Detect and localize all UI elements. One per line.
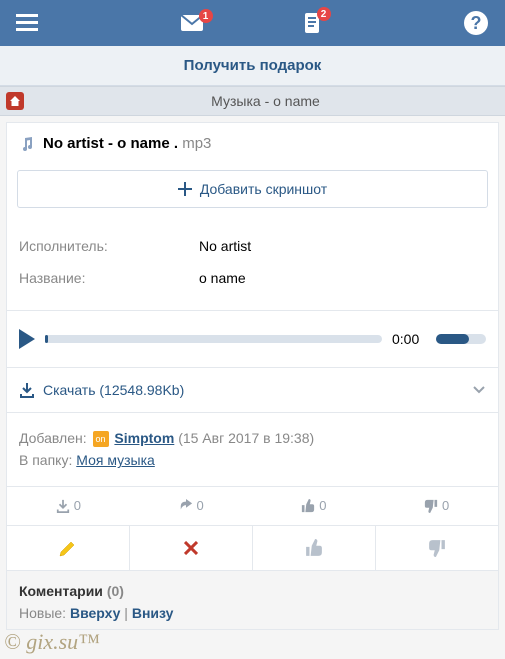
audio-player: 0:00 xyxy=(7,311,498,367)
download-icon xyxy=(19,382,35,398)
sort-sep: | xyxy=(120,605,131,621)
home-icon[interactable] xyxy=(6,92,24,110)
stat-likes-count: 0 xyxy=(319,498,326,513)
breadcrumb: Музыка - o name xyxy=(0,86,505,116)
meta-name-value: o name xyxy=(199,270,246,286)
comments-sort: Новые: Вверху | Внизу xyxy=(7,605,498,629)
upload-date: (15 Авг 2017 в 19:38) xyxy=(178,430,314,446)
progress-fill xyxy=(45,335,48,343)
topbar: 1 2 ? xyxy=(0,0,505,46)
meta-name-row: Название: o name xyxy=(19,262,486,294)
play-button[interactable] xyxy=(19,329,35,349)
like-icon xyxy=(305,539,323,557)
stat-downloads[interactable]: 0 xyxy=(7,487,130,525)
volume-bar[interactable] xyxy=(436,334,486,344)
stat-shares[interactable]: 0 xyxy=(130,487,253,525)
plus-icon xyxy=(178,182,192,196)
online-badge: on xyxy=(93,431,109,447)
volume-fill xyxy=(436,334,469,344)
help-button[interactable]: ? xyxy=(463,10,489,36)
edit-button[interactable] xyxy=(7,526,130,570)
track-title: No artist - o name . mp3 xyxy=(7,123,498,164)
added-line: Добавлен: on Simptom (15 Авг 2017 в 19:3… xyxy=(19,427,486,449)
delete-button[interactable] xyxy=(130,526,253,570)
like-icon xyxy=(301,499,315,513)
folder-label: В папку: xyxy=(19,452,72,468)
stat-likes[interactable]: 0 xyxy=(253,487,376,525)
download-icon xyxy=(56,499,70,513)
cross-icon xyxy=(184,541,198,555)
sort-label: Новые: xyxy=(19,605,66,621)
stats-row: 0 0 0 0 xyxy=(7,486,498,525)
share-icon xyxy=(179,499,193,513)
house-icon xyxy=(9,95,21,107)
help-icon: ? xyxy=(463,10,489,36)
breadcrumb-title: Музыка - o name xyxy=(32,93,499,109)
stat-dislikes-count: 0 xyxy=(442,498,449,513)
topbar-center: 1 2 xyxy=(181,13,321,33)
doc-badge: 2 xyxy=(317,7,331,21)
mail-button[interactable]: 1 xyxy=(181,15,203,31)
music-note-icon xyxy=(19,136,35,152)
download-label: Скачать (12548.98Kb) xyxy=(43,382,184,398)
stat-downloads-count: 0 xyxy=(74,498,81,513)
dislike-icon xyxy=(428,539,446,557)
meta-artist-value: No artist xyxy=(199,238,251,254)
gift-bar: Получить подарок xyxy=(0,46,505,86)
sort-bottom[interactable]: Внизу xyxy=(132,605,174,621)
dislike-icon xyxy=(424,499,438,513)
stat-shares-count: 0 xyxy=(197,498,204,513)
content-card: No artist - o name . mp3 Добавить скринш… xyxy=(6,122,499,630)
folder-link[interactable]: Моя музыка xyxy=(76,452,155,468)
meta-artist-row: Исполнитель: No artist xyxy=(19,230,486,262)
download-button[interactable]: Скачать (12548.98Kb) xyxy=(19,382,184,398)
folder-line: В папку: Моя музыка xyxy=(19,449,486,471)
actions-row xyxy=(7,525,498,570)
track-title-text: No artist - o name . mp3 xyxy=(43,135,211,152)
meta-artist-label: Исполнитель: xyxy=(19,238,199,254)
add-screenshot-button[interactable]: Добавить скриншот xyxy=(17,170,488,208)
player-time: 0:00 xyxy=(392,331,426,347)
app-root: 1 2 ? Получить подарок Музыка - o name N… xyxy=(0,0,505,659)
menu-icon xyxy=(16,14,38,32)
comments-count: (0) xyxy=(107,583,124,599)
expand-button[interactable] xyxy=(472,385,486,395)
uploader-link[interactable]: Simptom xyxy=(114,430,174,446)
download-row: Скачать (12548.98Kb) xyxy=(7,368,498,412)
like-button[interactable] xyxy=(253,526,376,570)
comments-title: Коментарии xyxy=(19,583,103,599)
stat-dislikes[interactable]: 0 xyxy=(375,487,498,525)
comments-header: Коментарии (0) xyxy=(7,570,498,605)
chevron-down-icon xyxy=(472,385,486,395)
add-screenshot-label: Добавить скриншот xyxy=(200,181,327,197)
svg-text:?: ? xyxy=(471,13,482,33)
progress-bar[interactable] xyxy=(45,335,382,343)
track-name: No artist - o name . xyxy=(43,135,178,152)
track-ext: mp3 xyxy=(178,135,211,152)
sort-top[interactable]: Вверху xyxy=(70,605,120,621)
mail-badge: 1 xyxy=(199,9,213,23)
meta-block: Исполнитель: No artist Название: o name xyxy=(7,222,498,310)
gift-link[interactable]: Получить подарок xyxy=(184,57,322,74)
menu-button[interactable] xyxy=(16,14,38,32)
pencil-icon xyxy=(59,539,77,557)
added-block: Добавлен: on Simptom (15 Авг 2017 в 19:3… xyxy=(7,413,498,486)
watermark: © gix.su™ xyxy=(4,629,100,655)
dislike-button[interactable] xyxy=(376,526,498,570)
doc-button[interactable]: 2 xyxy=(303,13,321,33)
meta-name-label: Название: xyxy=(19,270,199,286)
added-label: Добавлен: xyxy=(19,430,87,446)
